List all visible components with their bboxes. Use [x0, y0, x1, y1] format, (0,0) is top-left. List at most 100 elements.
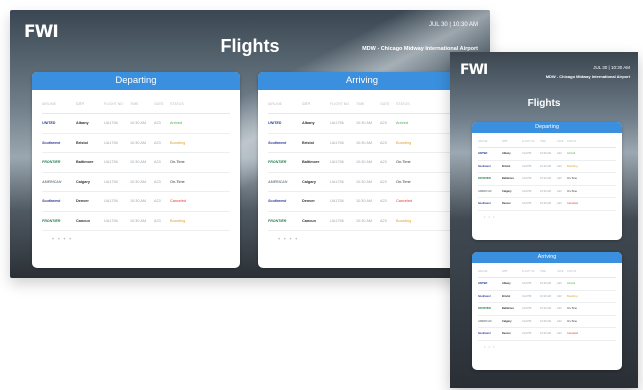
table-header: Airline City Flight No Time Gate Status	[42, 94, 230, 114]
status-cell: On-Time	[170, 179, 185, 184]
city-cell: Bristol	[502, 164, 511, 168]
pagination-dots: • • •	[484, 343, 496, 349]
status-cell: On-Time	[567, 307, 577, 311]
time-cell: 10:30 AM	[356, 140, 373, 145]
status-cell: On-Time	[567, 177, 577, 181]
flight-cell: UA1756	[330, 179, 344, 184]
time-cell: 10:30 AM	[356, 218, 373, 223]
airline-logo: AMERICAN	[478, 189, 492, 193]
gate-cell: A23	[154, 179, 161, 184]
column-header: Gate	[557, 139, 564, 143]
arriving-panel: Arriving Airline City Flight No Time Gate Sta…	[258, 72, 466, 268]
status-cell: Arrived	[396, 121, 409, 126]
gate-cell: A23	[380, 121, 387, 126]
table-row: Southwest Denver UA1756 10:30 AM A23 Canceled	[478, 198, 616, 211]
gate-cell: A23	[380, 179, 387, 184]
flight-cell: UA1756	[104, 179, 118, 184]
flight-cell: UA1756	[522, 319, 532, 323]
city-cell: Bristol	[502, 294, 511, 298]
flights-table: Airline City Flight No Time Gate Status UNITED…	[258, 94, 466, 249]
gate-cell: A23	[557, 332, 562, 336]
gate-cell: A23	[557, 282, 562, 286]
landscape-display: FWI JUL 30 | 10:30 AM Flights MDW - Chic…	[10, 10, 490, 278]
table-row: Southwest Denver UA1756 10:30 AM A23 Canceled	[42, 192, 230, 212]
time-cell: 10:30 AM	[356, 179, 373, 184]
column-header: Time	[540, 139, 546, 143]
gate-cell: A23	[557, 307, 562, 311]
pagination-dots: • • • •	[52, 237, 73, 243]
column-header: Flight No	[330, 101, 350, 106]
table-row: UNITED Albany UA1756 10:30 AM A23 Arrived	[42, 114, 230, 134]
table-row: FRONTIER Cancun UA1756 10:30 AM A23 Boarding	[42, 212, 230, 231]
time-cell: 10:30 AM	[130, 218, 147, 223]
flight-cell: UA1756	[330, 199, 344, 204]
column-header: Flight No	[522, 139, 535, 143]
status-cell: Canceled	[567, 332, 578, 336]
city-cell: Baltimore	[502, 307, 514, 311]
column-header: Status	[567, 269, 577, 273]
flight-cell: UA1756	[330, 218, 344, 223]
status-cell: Boarding	[396, 140, 412, 145]
table-row: Southwest Bristol UA1756 10:30 AM A23 Boardin…	[478, 161, 616, 173]
product-mockup: FWI JUL 30 | 10:30 AM Flights MDW - Chic…	[0, 0, 643, 390]
time-cell: 10:30 AM	[540, 202, 551, 206]
airline-logo: FRONTIER	[42, 218, 61, 223]
time-cell: 10:30 AM	[356, 199, 373, 204]
airline-logo: FRONTIER	[42, 160, 61, 165]
status-cell: On-Time	[396, 179, 411, 184]
flight-cell: UA1756	[104, 199, 118, 204]
airline-logo: FRONTIER	[268, 218, 287, 223]
panel-title: Departing	[32, 72, 240, 90]
panel-title: Departing	[472, 122, 622, 133]
time-cell: 10:30 AM	[130, 140, 147, 145]
time-cell: 10:30 AM	[130, 121, 147, 126]
column-header: Airline	[42, 101, 56, 106]
flight-cell: UA1756	[522, 202, 532, 206]
status-cell: Boarding	[170, 218, 186, 223]
status-cell: Canceled	[567, 202, 578, 206]
gate-cell: A23	[557, 164, 562, 168]
gate-cell: A23	[557, 189, 562, 193]
status-cell: Arrived	[170, 121, 183, 126]
gate-cell: A23	[380, 160, 387, 165]
status-cell: Boarding	[567, 294, 578, 298]
status-cell: Arrived	[567, 282, 576, 286]
gate-cell: A23	[557, 319, 562, 323]
status-cell: Boarding	[396, 218, 412, 223]
time-cell: 10:30 AM	[540, 307, 551, 311]
city-cell: Denver	[502, 202, 511, 206]
time-cell: 10:30 AM	[540, 164, 551, 168]
city-cell: Baltimore	[302, 160, 320, 165]
panel-title: Arriving	[258, 72, 466, 90]
gate-cell: A23	[557, 202, 562, 206]
status-cell: Arrived	[567, 152, 576, 156]
city-cell: Albany	[76, 121, 89, 126]
departing-panel: Departing Airline City Flight No Time Gate St…	[32, 72, 240, 268]
table-row: AMERICAN Calgary UA1756 10:30 AM A23 On-Time	[42, 173, 230, 192]
column-header: City	[76, 101, 85, 106]
departing-panel: Departing Airline City Flight No Time Gate St…	[472, 122, 622, 240]
status-cell: Canceled	[396, 199, 413, 204]
gate-cell: A23	[557, 152, 562, 156]
time-cell: 10:30 AM	[130, 179, 147, 184]
table-row: AMERICAN Calgary UA1756 10:30 AM A23 On-Time	[478, 186, 616, 198]
gate-cell: A23	[154, 218, 161, 223]
flight-cell: UA1756	[104, 121, 118, 126]
city-cell: Baltimore	[76, 160, 94, 165]
airline-logo: FRONTIER	[268, 160, 287, 165]
panel-title: Arriving	[472, 252, 622, 263]
airline-logo: Southwest	[478, 164, 491, 168]
table-row: Southwest Bristol UA1756 10:30 AM A23 Boardin…	[42, 134, 230, 153]
flight-cell: UA1756	[104, 140, 118, 145]
table-header: Airline City Flight No Time Gate Status	[478, 135, 616, 148]
status-cell: Canceled	[170, 199, 187, 204]
flight-cell: UA1756	[522, 177, 532, 181]
time-cell: 10:30 AM	[130, 160, 147, 165]
pagination-dots: • • •	[484, 213, 496, 219]
flight-cell: UA1756	[522, 164, 532, 168]
column-header: City	[502, 139, 508, 143]
column-header: Status	[567, 139, 577, 143]
status-cell: Boarding	[567, 164, 578, 168]
flights-table: Airline City Flight No Time Gate Status UNITED…	[472, 135, 622, 222]
city-cell: Denver	[76, 199, 89, 204]
